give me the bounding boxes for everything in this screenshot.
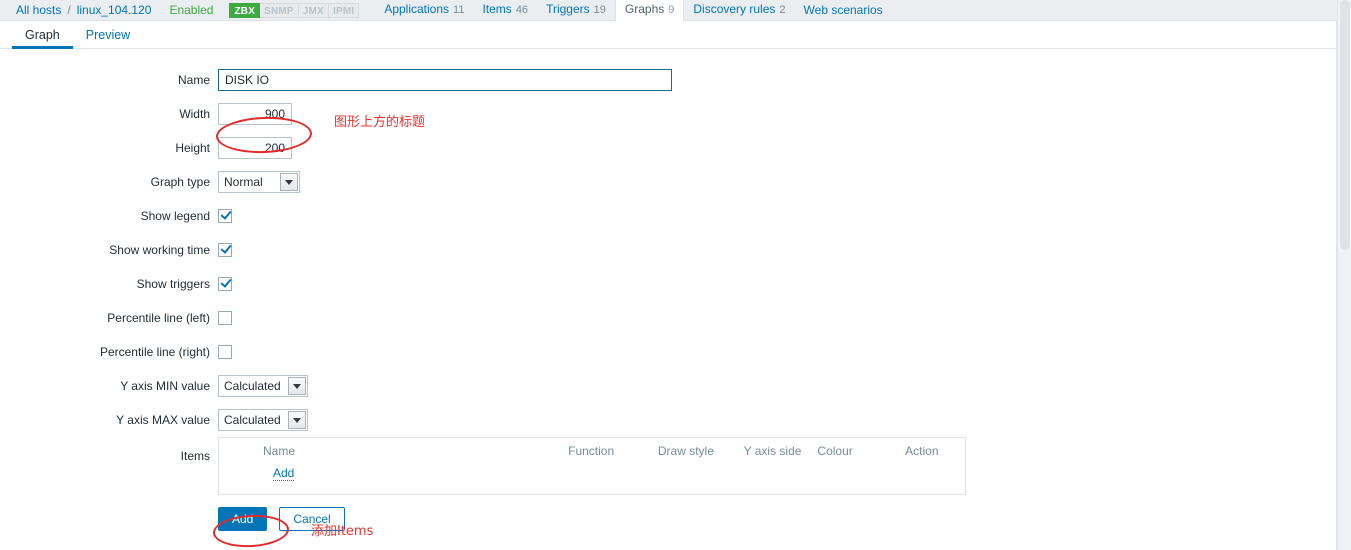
chevron-down-icon	[288, 377, 306, 395]
host-status-enabled[interactable]: Enabled	[169, 3, 213, 17]
items-column-name: Name	[263, 444, 296, 458]
items-table-body: Add	[219, 464, 965, 481]
page-scrollbar[interactable]	[1337, 0, 1351, 550]
breadcrumb: All hosts / linux_104.120 Enabled ZBX SN…	[0, 0, 1351, 22]
graph-form: Name Width Height Graph type Normal Show…	[0, 49, 1351, 549]
field-row-y-axis-max: Y axis MAX value Calculated	[0, 403, 1351, 437]
breadcrumb-all-hosts-link[interactable]: All hosts	[16, 3, 61, 17]
height-input[interactable]	[218, 137, 292, 159]
label-percentile-right: Percentile line (right)	[99, 345, 210, 359]
nav-item-graphs-count: 9	[668, 3, 675, 16]
y-axis-min-select[interactable]: Calculated	[218, 375, 308, 397]
tab-preview[interactable]: Preview	[73, 21, 143, 48]
interface-badge-jmx: JMX	[298, 2, 329, 18]
nav-item-items-label: Items	[482, 1, 512, 16]
field-row-width: Width	[0, 97, 1351, 131]
chevron-down-icon	[288, 411, 306, 429]
label-y-axis-max: Y axis MAX value	[116, 413, 210, 427]
field-row-name: Name	[0, 63, 1351, 97]
label-items: Items	[180, 449, 210, 463]
graph-type-select[interactable]: Normal	[218, 171, 300, 193]
object-nav: Applications 11 Items 46 Triggers 19 Graphs…	[375, 0, 892, 22]
items-table: Name Function Draw style Y axis side Col…	[218, 437, 966, 495]
items-table-header: Name Function Draw style Y axis side Col…	[219, 438, 965, 464]
nav-item-graphs-label: Graphs	[624, 1, 665, 16]
label-name: Name	[177, 73, 210, 87]
interface-badge-zbx[interactable]: ZBX	[229, 2, 261, 18]
chevron-down-icon	[280, 173, 298, 191]
graph-type-value: Normal	[224, 175, 263, 189]
y-axis-max-value: Calculated	[224, 413, 281, 427]
items-column-draw-style: Draw style	[657, 444, 714, 458]
field-row-show-legend: Show legend	[0, 199, 1351, 233]
interface-badge-ipmi: IPMI	[328, 2, 360, 18]
field-row-items: Items Name Function Draw style Y axis si…	[0, 437, 1351, 499]
label-percentile-left: Percentile line (left)	[107, 311, 210, 325]
field-row-show-triggers: Show triggers	[0, 267, 1351, 301]
show-working-time-checkbox[interactable]	[218, 243, 232, 257]
label-width: Width	[179, 107, 210, 121]
items-add-link[interactable]: Add	[273, 466, 295, 481]
percentile-left-checkbox[interactable]	[218, 311, 232, 325]
show-legend-checkbox[interactable]	[218, 209, 232, 223]
label-graph-type: Graph type	[150, 175, 210, 189]
field-row-y-axis-min: Y axis MIN value Calculated	[0, 369, 1351, 403]
form-footer: Add Cancel	[0, 499, 1351, 539]
interface-badge-snmp: SNMP	[260, 2, 299, 18]
nav-item-applications[interactable]: Applications 11	[375, 0, 473, 21]
nav-item-items-count: 46	[515, 3, 529, 16]
nav-item-discovery-rules[interactable]: Discovery rules 2	[684, 0, 794, 21]
label-show-legend: Show legend	[140, 209, 210, 223]
field-row-height: Height	[0, 131, 1351, 165]
tab-graph[interactable]: Graph	[12, 21, 73, 49]
percentile-right-checkbox[interactable]	[218, 345, 232, 359]
nav-item-triggers-label: Triggers	[546, 1, 590, 16]
field-row-percentile-right: Percentile line (right)	[0, 335, 1351, 369]
nav-item-applications-count: 11	[453, 3, 465, 16]
items-column-function: Function	[568, 444, 615, 458]
nav-item-applications-label: Applications	[384, 1, 450, 16]
items-column-colour: Colour	[817, 444, 853, 458]
nav-item-web-scenarios[interactable]: Web scenarios	[795, 0, 892, 21]
width-input[interactable]	[218, 103, 292, 125]
name-input[interactable]	[218, 69, 672, 91]
nav-item-discovery-rules-count: 2	[779, 3, 786, 16]
y-axis-max-select[interactable]: Calculated	[218, 409, 308, 431]
page-scrollbar-thumb[interactable]	[1340, 0, 1350, 250]
interface-badges: ZBX SNMP JMX IPMI	[229, 2, 360, 18]
cancel-button[interactable]: Cancel	[279, 507, 345, 531]
show-triggers-checkbox[interactable]	[218, 277, 232, 291]
label-show-working-time: Show working time	[109, 243, 210, 257]
label-y-axis-min: Y axis MIN value	[120, 379, 210, 393]
submit-add-button[interactable]: Add	[218, 507, 268, 531]
items-column-y-axis-side: Y axis side	[743, 444, 802, 458]
breadcrumb-host-link[interactable]: linux_104.120	[77, 3, 152, 17]
nav-item-web-scenarios-label: Web scenarios	[803, 2, 883, 17]
items-column-action: Action	[905, 444, 939, 458]
y-axis-min-value: Calculated	[224, 379, 281, 393]
nav-item-graphs[interactable]: Graphs 9	[614, 0, 685, 22]
form-tab-strip: Graph Preview	[0, 21, 1351, 49]
nav-item-discovery-rules-label: Discovery rules	[693, 1, 776, 16]
label-height: Height	[175, 141, 210, 155]
field-row-graph-type: Graph type Normal	[0, 165, 1351, 199]
label-show-triggers: Show triggers	[136, 277, 210, 291]
nav-item-triggers[interactable]: Triggers 19	[537, 0, 615, 21]
nav-item-items[interactable]: Items 46	[473, 0, 537, 21]
field-row-percentile-left: Percentile line (left)	[0, 301, 1351, 335]
field-row-show-working-time: Show working time	[0, 233, 1351, 267]
nav-item-triggers-count: 19	[593, 3, 606, 16]
breadcrumb-separator: /	[67, 3, 71, 17]
